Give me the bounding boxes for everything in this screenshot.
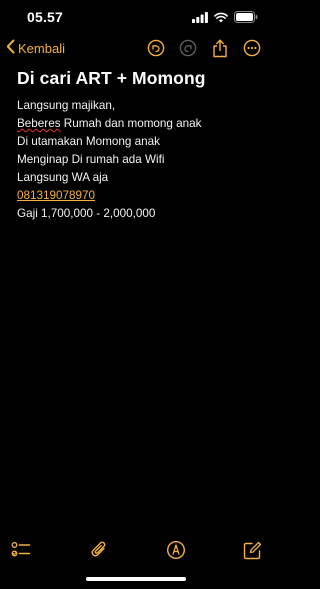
nav-actions [134, 38, 262, 58]
signal-icon [192, 11, 208, 23]
note-line-6: 081319078970 [17, 187, 262, 205]
status-time: 05.57 [27, 9, 64, 25]
share-icon[interactable] [210, 38, 230, 58]
nav-bar: Kembali [0, 36, 272, 62]
markup-icon[interactable] [166, 540, 186, 560]
note-line-1: Langsung majikan, [17, 99, 116, 112]
note-line-7: Gaji 1,700,000 - 2,000,000 [17, 207, 156, 220]
bottom-toolbar [0, 538, 272, 564]
more-icon[interactable] [242, 38, 262, 58]
spellcheck-word[interactable]: Beberes [17, 117, 61, 130]
back-label: Kembali [18, 40, 65, 56]
note-title: Di cari ART + Momong [17, 68, 206, 88]
checklist-icon[interactable] [11, 540, 31, 560]
redo-icon[interactable] [178, 38, 198, 58]
note-body[interactable]: Di cari ART + Momong Langsung majikan, B… [17, 68, 262, 223]
wifi-icon [214, 12, 228, 23]
paperclip-icon[interactable] [89, 540, 109, 560]
note-line-5: Langsung WA aja [17, 171, 109, 184]
home-indicator[interactable] [86, 577, 186, 581]
phone-link[interactable]: 081319078970 [17, 189, 95, 202]
back-button[interactable]: Kembali [6, 39, 65, 57]
battery-icon [234, 11, 258, 23]
status-bar: 05.57 [0, 0, 272, 34]
note-line-2-text: Rumah dan momong anak [60, 117, 202, 130]
chevron-left-icon [6, 39, 18, 57]
undo-icon[interactable] [146, 38, 166, 58]
compose-icon[interactable] [242, 540, 262, 560]
status-icons [192, 11, 258, 23]
note-line-2: Beberes Rumah dan momong anak [17, 115, 262, 133]
note-line-4: Menginap Di rumah ada Wifi [17, 153, 165, 166]
notes-screen: 05.57 Kembali Di cari ART + Momong Langs… [0, 0, 272, 589]
note-line-3: Di utamakan Momong anak [17, 135, 160, 148]
